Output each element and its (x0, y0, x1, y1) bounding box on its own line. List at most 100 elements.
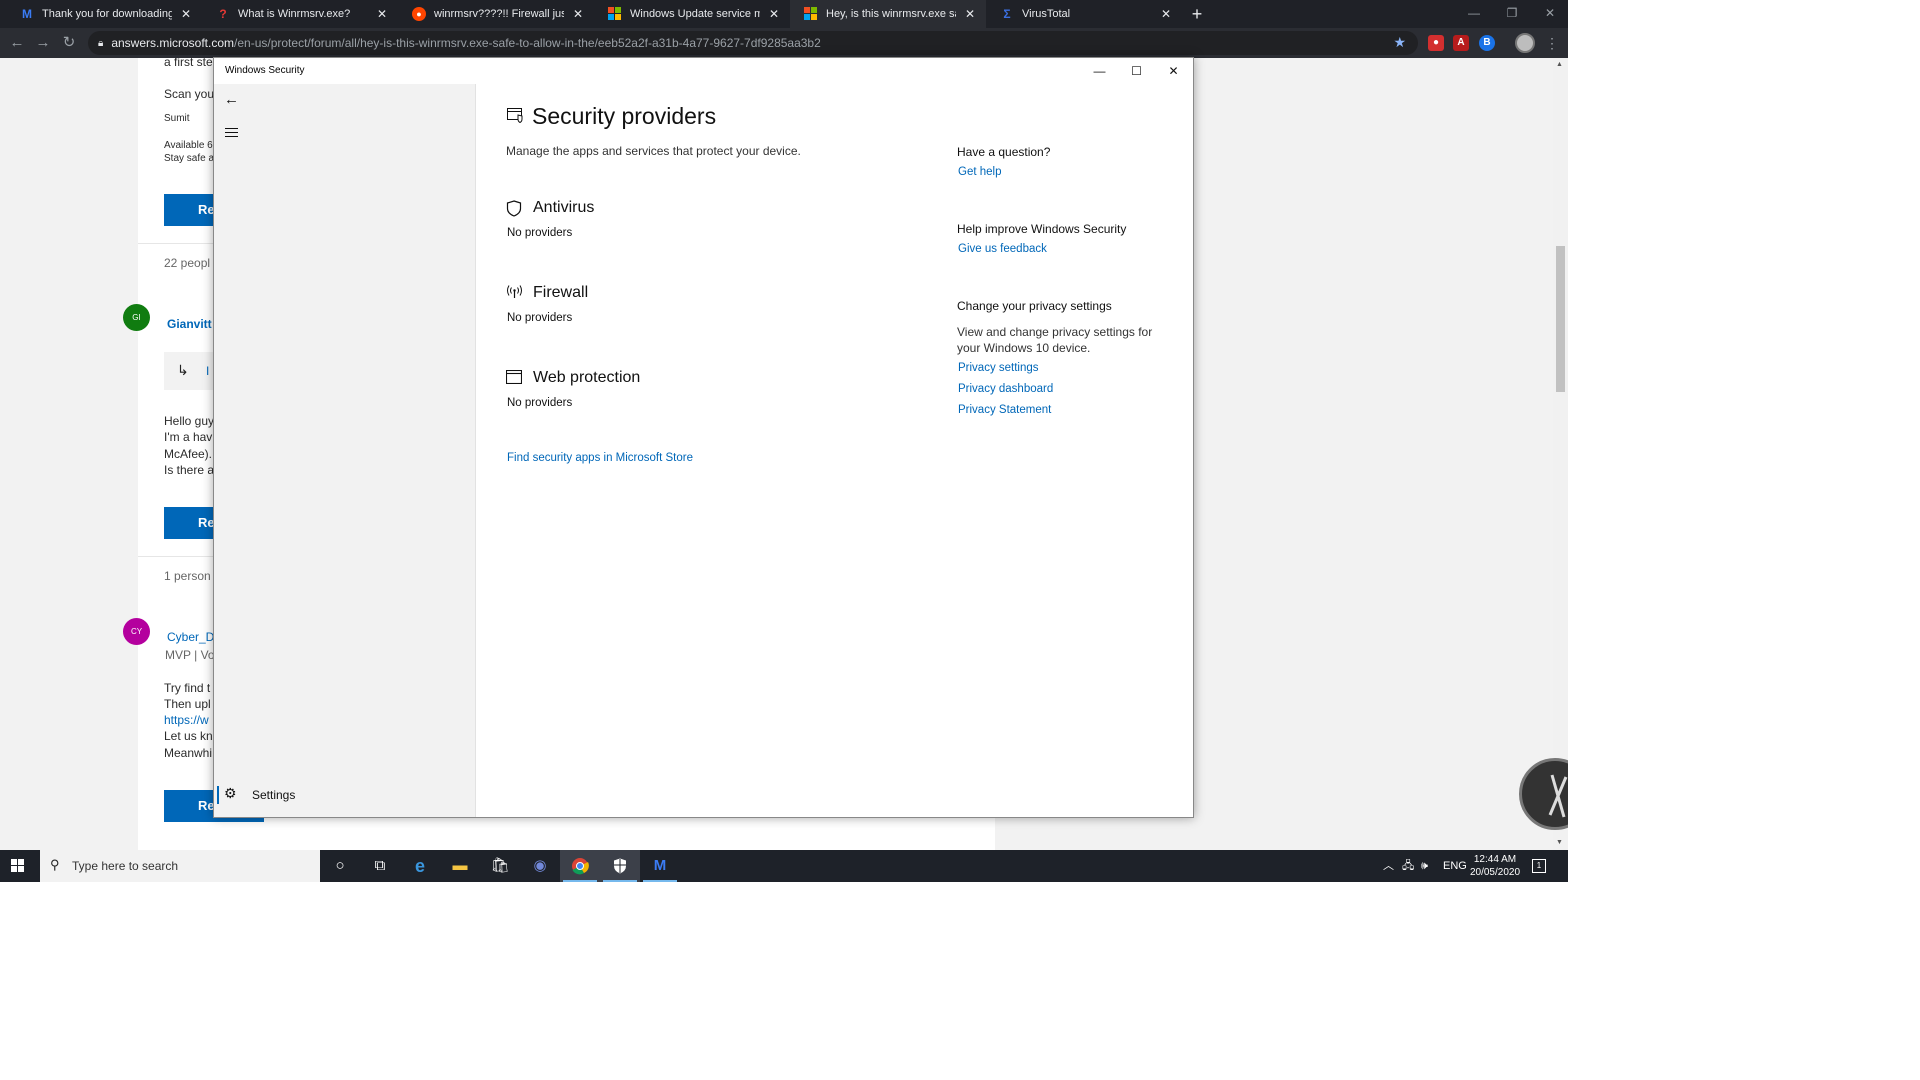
tab-active-winrmsrv-safe[interactable]: Hey, is this winrmsrv.exe safe to a ✕ (790, 0, 986, 28)
section-status: No providers (507, 227, 573, 239)
page-subtitle: Manage the apps and services that protec… (506, 144, 801, 158)
windows-security-taskbar-icon[interactable] (600, 850, 640, 882)
extension-pdf-icon[interactable]: A (1453, 35, 1469, 51)
clock-time: 12:44 AM (1473, 854, 1517, 865)
tab-title: winrmsrv????!! Firewall just told m (434, 8, 564, 20)
malwarebytes-icon: M (22, 7, 32, 21)
chrome-icon[interactable] (560, 850, 600, 882)
malwarebytes-taskbar-icon[interactable]: M (640, 850, 680, 882)
side-heading-question: Have a question? (957, 145, 1051, 159)
close-icon[interactable]: ✕ (570, 7, 586, 21)
search-placeholder: Type here to search (72, 859, 179, 873)
tab-malwarebytes[interactable]: M Thank you for downloading Malw ✕ (6, 0, 202, 28)
close-icon[interactable]: ✕ (962, 7, 978, 21)
url-path: /en-us/protect/forum/all/hey-is-this-win… (234, 36, 821, 50)
browser-menu-icon[interactable]: ⋮ (1545, 33, 1559, 53)
find-security-apps-link[interactable]: Find security apps in Microsoft Store (507, 452, 693, 464)
avatar: CY (123, 618, 150, 645)
scroll-thumb[interactable] (1556, 246, 1565, 392)
tab-reddit[interactable]: ● winrmsrv????!! Firewall just told m ✕ (398, 0, 594, 28)
sidebar-item-settings[interactable]: ⚙ Settings (214, 784, 476, 808)
post-text: Is there a (164, 463, 215, 477)
extension-blue-icon[interactable]: B (1479, 35, 1495, 51)
privacy-settings-link[interactable]: Privacy settings (958, 362, 1039, 374)
discord-icon[interactable]: ◉ (520, 850, 560, 882)
store-icon[interactable]: 🛍︎ (480, 850, 520, 882)
search-icon: ⚲ (50, 857, 60, 872)
tab-title: Windows Update service missing (630, 8, 760, 20)
privacy-statement-link[interactable]: Privacy Statement (958, 404, 1051, 416)
post-text: Hello guy (164, 414, 215, 428)
give-feedback-link[interactable]: Give us feedback (958, 243, 1047, 255)
back-arrow-icon[interactable]: ← (6, 32, 28, 54)
minimize-button[interactable]: — (1081, 58, 1118, 84)
post-text: a first ste (164, 58, 213, 69)
close-icon[interactable]: ✕ (178, 7, 194, 21)
taskbar-search-box[interactable]: ⚲ Type here to search (40, 850, 320, 882)
browser-close-button[interactable]: ✕ (1527, 0, 1573, 28)
post-text: McAfee). (164, 447, 213, 461)
close-icon[interactable]: ✕ (1158, 7, 1174, 21)
author-link[interactable]: Cyber_D (167, 630, 214, 644)
reddit-icon: ● (412, 7, 426, 21)
post-link[interactable]: https://w (164, 713, 209, 727)
maximize-button[interactable]: ☐ (1118, 58, 1155, 84)
file-explorer-icon[interactable]: ▬ (440, 850, 480, 882)
window-titlebar[interactable]: Windows Security — ☐ ✕ (214, 58, 1193, 84)
post-text: Let us kn (164, 729, 213, 743)
get-help-link[interactable]: Get help (958, 166, 1001, 178)
cortana-icon[interactable]: ○ (320, 850, 360, 882)
tab-title: Hey, is this winrmsrv.exe safe to a (826, 8, 956, 20)
selection-indicator (217, 786, 219, 804)
post-signature: Sumit (164, 113, 190, 124)
author-link[interactable]: Gianvitt (167, 317, 212, 331)
floating-logo[interactable] (1519, 758, 1568, 830)
shield-icon (506, 200, 522, 217)
page-title: Security providers (532, 103, 717, 129)
security-providers-icon (507, 108, 523, 123)
profile-avatar[interactable] (1515, 33, 1535, 53)
close-icon[interactable]: ✕ (374, 7, 390, 21)
privacy-dashboard-link[interactable]: Privacy dashboard (958, 383, 1053, 395)
section-status: No providers (507, 397, 573, 409)
notification-center-icon[interactable]: 1 (1532, 859, 1546, 873)
url-host: answers.microsoft.com (111, 36, 235, 50)
helpful-count: 1 person (164, 569, 211, 583)
scroll-down-icon[interactable]: ▼ (1556, 839, 1563, 846)
hamburger-menu-icon[interactable] (225, 128, 238, 140)
sidebar: ← ⚙ Settings (214, 84, 476, 817)
post-text: I'm a hav (164, 430, 213, 444)
network-icon[interactable]: 🖧︎ (1402, 850, 1414, 882)
extension-shield-icon[interactable]: ● (1428, 35, 1444, 51)
close-button[interactable]: ✕ (1155, 58, 1192, 84)
volume-icon[interactable]: 🕪︎ (1421, 850, 1428, 882)
task-view-icon[interactable]: ⧉ (360, 850, 400, 882)
divider (138, 556, 218, 557)
post-signature: Stay safe ar (164, 153, 218, 164)
post-text: Meanwhi (164, 746, 213, 760)
tab-what-is-winrmsrv[interactable]: ? What is Winrmsrv.exe? ✕ (202, 0, 398, 28)
reload-icon[interactable]: ↻ (58, 32, 80, 54)
antenna-icon (507, 285, 522, 298)
forward-arrow-icon[interactable]: → (32, 32, 54, 54)
clock[interactable]: 12:44 AM 20/05/2020 (1465, 853, 1525, 879)
tab-windows-update[interactable]: Windows Update service missing ✕ (594, 0, 790, 28)
quote-link[interactable]: I (206, 364, 209, 378)
back-arrow-icon[interactable]: ← (224, 91, 239, 108)
close-icon[interactable]: ✕ (766, 7, 782, 21)
scroll-up-icon[interactable]: ▲ (1556, 61, 1563, 68)
tab-title: Thank you for downloading Malw (42, 8, 172, 20)
windows-start-icon[interactable] (11, 859, 25, 873)
privacy-description: View and change privacy settings for you… (957, 325, 1153, 355)
bookmark-star-icon[interactable]: ★ (1393, 34, 1406, 51)
new-tab-button[interactable]: + (1186, 3, 1208, 25)
tab-virustotal[interactable]: Σ VirusTotal ✕ (986, 0, 1182, 28)
language-indicator[interactable]: ENG (1443, 850, 1467, 882)
microsoft-icon (804, 7, 818, 21)
section-title-firewall: Firewall (533, 284, 589, 301)
section-status: No providers (507, 312, 573, 324)
address-bar[interactable]: 🔒︎ answers.microsoft.com /en-us/protect/… (88, 31, 1418, 55)
tray-chevron-icon[interactable]: ︿ (1383, 850, 1394, 882)
page-scrollbar[interactable]: ▲ ▼ (1553, 58, 1568, 850)
edge-icon[interactable]: e (400, 850, 440, 882)
